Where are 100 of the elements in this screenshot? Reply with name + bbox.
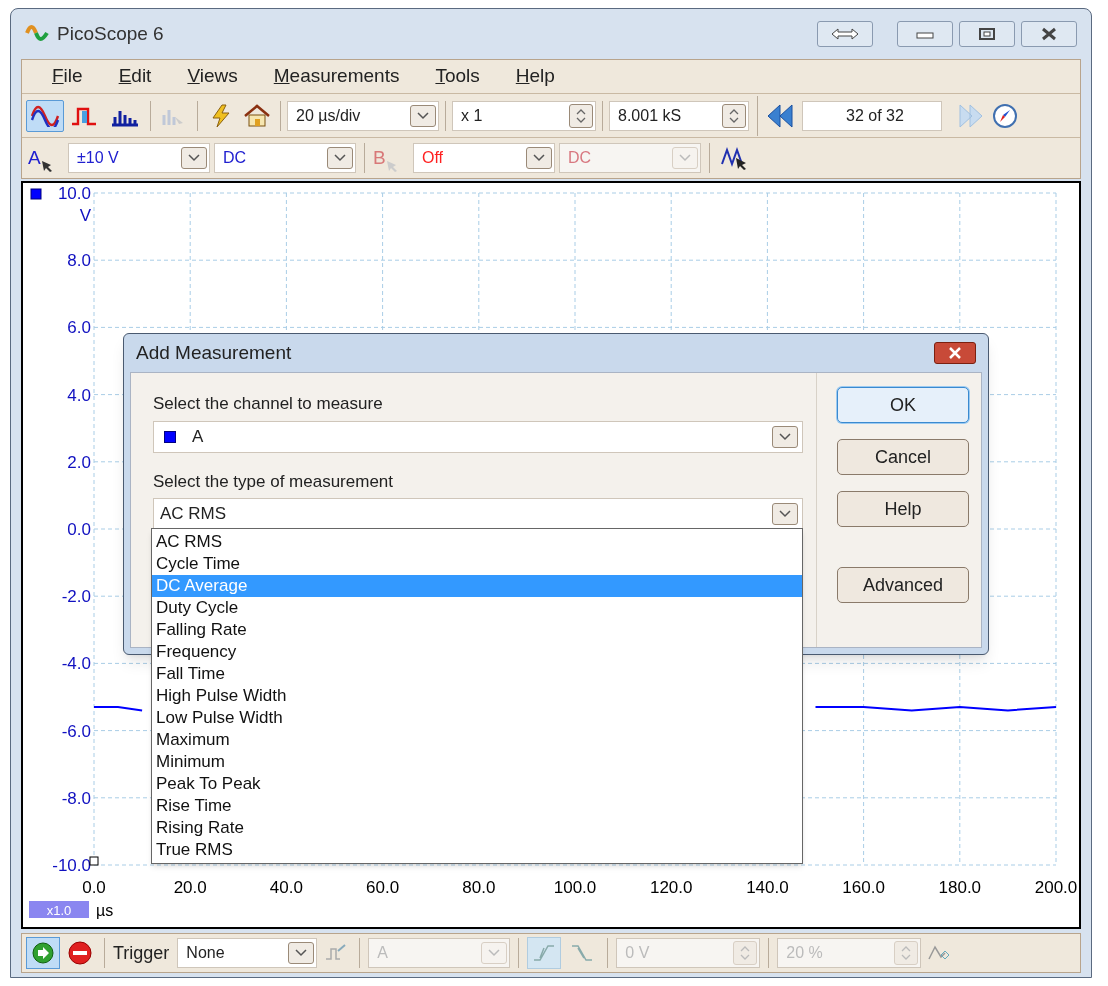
x-tick-label: 100.0 xyxy=(553,878,597,897)
field-value: 8.001 kS xyxy=(618,105,682,126)
field-value: x 1 xyxy=(461,105,483,126)
cursor-icon xyxy=(40,160,53,173)
y-tick-label: 0.0 xyxy=(67,520,91,539)
y-tick-label: 2.0 xyxy=(67,452,91,472)
y-tick-label: 6.0 xyxy=(67,318,91,338)
minimize-button[interactable] xyxy=(897,21,953,47)
trigger-mode-dropdown[interactable]: None xyxy=(177,938,318,968)
y-tick-label: -2.0 xyxy=(61,587,91,607)
zoom-badge: x1.0 xyxy=(29,901,89,918)
y-tick-label: -10.0 xyxy=(52,856,91,875)
list-option[interactable]: True RMS xyxy=(152,839,802,861)
trigger-label: Trigger xyxy=(113,941,170,965)
channel-dropdown[interactable]: A xyxy=(153,420,803,453)
dropdown-button[interactable] xyxy=(327,147,353,169)
field-value: DC xyxy=(568,148,592,168)
dialog-button[interactable]: OK xyxy=(837,387,969,423)
close-button[interactable] xyxy=(934,342,976,364)
dropdown-button[interactable] xyxy=(772,503,798,525)
dialog-button[interactable]: Cancel xyxy=(837,439,969,475)
scope-mode-button[interactable] xyxy=(26,99,64,132)
list-option[interactable]: Fall Time xyxy=(152,663,802,685)
field-value: None xyxy=(186,943,225,963)
restore-icon xyxy=(977,27,997,41)
dropdown-button[interactable] xyxy=(181,147,207,169)
resize-button[interactable] xyxy=(817,21,873,47)
x-tick-label: 0.0 xyxy=(82,878,106,897)
menu-item[interactable]: Views xyxy=(187,62,238,91)
x-tick-label: 60.0 xyxy=(366,878,400,897)
list-option[interactable]: Minimum xyxy=(152,751,802,773)
caret-icon xyxy=(679,154,691,162)
list-option[interactable]: Low Pulse Width xyxy=(152,707,802,729)
list-option[interactable]: Rise Time xyxy=(152,795,802,817)
coupling-dropdown[interactable]: DC xyxy=(214,143,356,173)
rising-edge-button[interactable] xyxy=(527,937,562,969)
caret-icon xyxy=(334,154,346,162)
y-unit-label: V xyxy=(79,206,91,225)
list-option[interactable]: Maximum xyxy=(152,729,802,751)
run-button[interactable] xyxy=(26,937,60,969)
channel-button[interactable]: A xyxy=(28,143,64,173)
spin-button[interactable] xyxy=(722,103,746,128)
up-down-arrows-icon xyxy=(900,945,913,961)
y-tick-label: 4.0 xyxy=(67,385,91,405)
field-value: DC xyxy=(223,148,247,168)
menu-item[interactable]: Help xyxy=(515,62,555,91)
field-value: 20 µs/div xyxy=(296,105,361,126)
spin-button[interactable] xyxy=(569,103,593,128)
x-tick-label: 20.0 xyxy=(173,878,207,897)
x-tick-label: 180.0 xyxy=(938,878,982,897)
field-value: A xyxy=(377,943,389,963)
menu-item[interactable]: Tools xyxy=(435,62,480,91)
list-option[interactable]: Falling Rate xyxy=(152,619,802,641)
range-dropdown[interactable]: ±10 V xyxy=(68,143,210,173)
dropdown-button[interactable] xyxy=(772,425,798,448)
zoom-spinbox[interactable]: x 1 xyxy=(452,100,596,131)
list-option[interactable]: Rising Rate xyxy=(152,817,802,839)
scope-icon xyxy=(30,104,60,127)
dropdown-button[interactable] xyxy=(410,104,436,127)
field-value: ±10 V xyxy=(77,148,119,168)
field-value: 0 V xyxy=(625,943,650,963)
falling-edge-icon xyxy=(570,942,595,964)
field-value: 32 of 32 xyxy=(845,105,905,126)
dialog-title: Add Measurement xyxy=(136,340,292,365)
samples-spinbox[interactable]: 8.001 kS xyxy=(609,100,749,131)
menu-item[interactable]: File xyxy=(52,62,83,91)
double-arrow-icon xyxy=(830,27,860,41)
x-tick-label: 80.0 xyxy=(462,878,496,897)
close-button[interactable] xyxy=(1021,21,1077,47)
caret-icon xyxy=(533,154,545,162)
field-label: Select the channel to measure xyxy=(153,393,384,415)
caret-icon xyxy=(488,949,501,957)
rising-edge-icon xyxy=(532,942,557,964)
dialog-button[interactable]: Help xyxy=(837,491,969,527)
menu-item[interactable]: Measurements xyxy=(273,62,400,91)
timebase-dropdown[interactable]: 20 µs/div xyxy=(287,100,439,131)
trigger-marker-icon xyxy=(89,856,99,866)
x-tick-label: 200.0 xyxy=(1034,878,1078,897)
menu-item[interactable]: Edit xyxy=(118,62,152,91)
caret-icon xyxy=(779,510,791,518)
y-tick-label: -6.0 xyxy=(61,721,91,741)
list-option[interactable]: High Pulse Width xyxy=(152,685,802,707)
list-option[interactable]: Duty Cycle xyxy=(152,597,802,619)
list-option[interactable]: Cycle Time xyxy=(152,553,802,575)
range-dropdown[interactable]: Off xyxy=(413,143,555,173)
x-tick-label: 140.0 xyxy=(746,878,789,897)
field-value: A xyxy=(192,425,204,448)
list-option[interactable]: Peak To Peak xyxy=(152,773,802,795)
measurement-type-dropdown[interactable]: AC RMS xyxy=(153,498,803,530)
y-tick-label: 8.0 xyxy=(67,251,91,271)
list-option[interactable]: Frequency xyxy=(152,641,802,663)
x-unit-label: µs xyxy=(96,902,114,919)
buffer-field[interactable]: 32 of 32 xyxy=(802,100,942,131)
maximize-button[interactable] xyxy=(959,21,1015,47)
up-down-arrows-icon xyxy=(739,945,752,961)
list-option[interactable]: AC RMS xyxy=(152,531,802,553)
y-tick-label: -4.0 xyxy=(61,654,91,674)
dialog-button[interactable]: Advanced xyxy=(837,567,969,603)
dropdown-button[interactable] xyxy=(288,942,315,964)
dropdown-button[interactable] xyxy=(526,147,552,169)
